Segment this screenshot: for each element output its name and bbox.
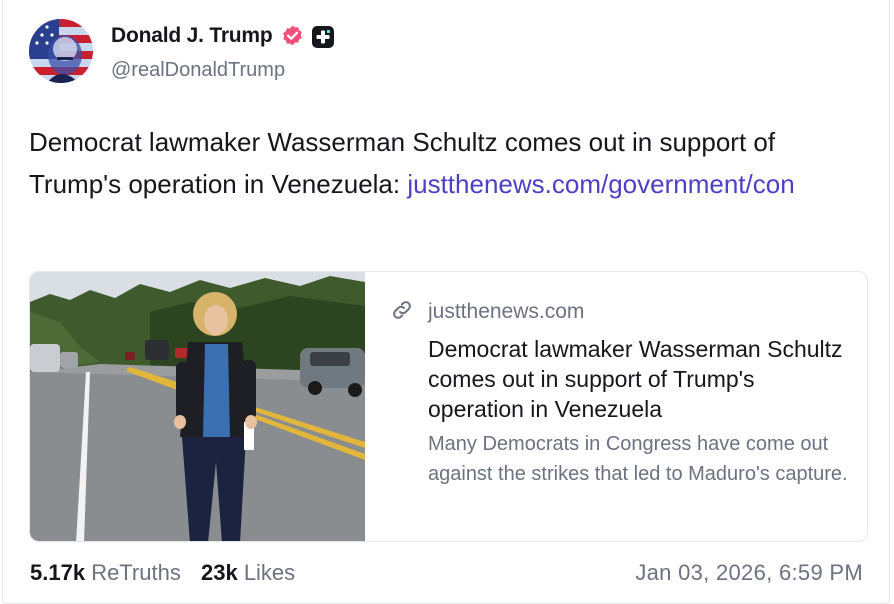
author-handle[interactable]: @realDonaldTrump [111, 59, 285, 82]
preview-domain: justthenews.com [428, 300, 585, 323]
avatar[interactable] [29, 19, 93, 83]
post-stats: 5.17k ReTruths 23k Likes [30, 560, 309, 586]
preview-title: Democrat lawmaker Wasserman Schultz come… [428, 336, 843, 422]
likes-label: Likes [243, 560, 296, 585]
post-link[interactable]: justthenews.com/government/con [407, 169, 794, 199]
truth-plus-icon [312, 26, 334, 48]
avatar-image [29, 19, 93, 83]
author-display-name[interactable]: Donald J. Trump [111, 24, 273, 48]
retruths-stat[interactable]: 5.17k ReTruths [30, 560, 181, 586]
likes-stat[interactable]: 23k Likes [201, 560, 295, 586]
post-timestamp[interactable]: Jan 03, 2026, 6:59 PM [635, 560, 863, 586]
post-card: Donald J. Trump @realDonaldTrump Democra… [2, 0, 890, 604]
post-text: Democrat lawmaker Wasserman Schultz come… [29, 121, 869, 205]
retruths-label: ReTruths [91, 560, 181, 585]
retruths-count: 5.17k [30, 560, 86, 585]
verified-badge-icon [283, 25, 302, 46]
link-icon [393, 301, 411, 319]
likes-count: 23k [200, 560, 238, 585]
link-preview-card[interactable]: justthenews.com Democrat lawmaker Wasser… [29, 271, 868, 542]
preview-image [30, 272, 365, 541]
preview-description: Many Democrats in Congress have come out… [428, 433, 848, 485]
